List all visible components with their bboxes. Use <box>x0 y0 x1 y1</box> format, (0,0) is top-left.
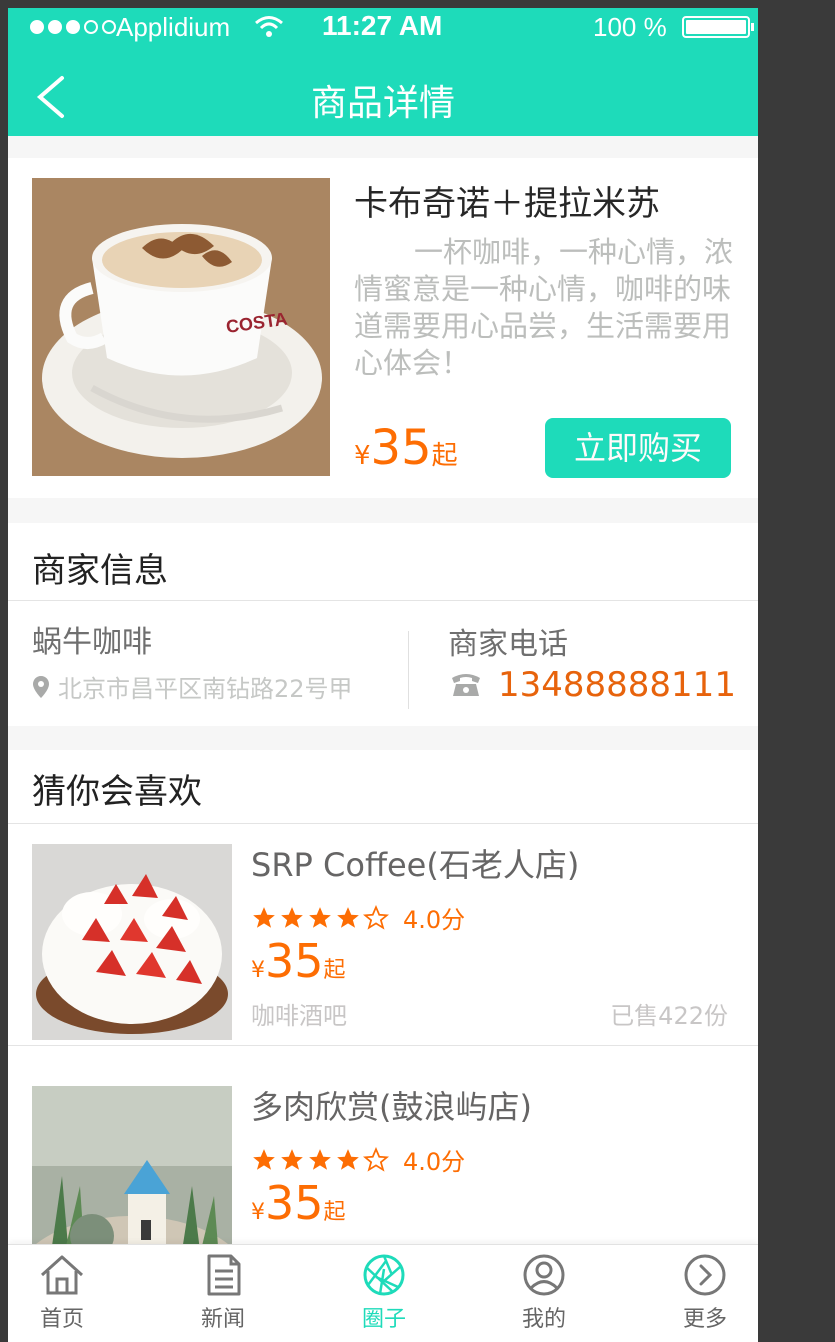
currency-symbol: ¥ <box>251 958 265 983</box>
tab-label: 我的 <box>521 1307 566 1332</box>
currency-symbol: ¥ <box>251 1200 265 1225</box>
news-icon <box>207 1254 241 1296</box>
star-filled-icon <box>253 1148 275 1170</box>
section-title-recommend: 猜你会喜欢 <box>32 772 202 812</box>
star-empty-icon <box>363 1146 389 1172</box>
tab-label: 圈子 <box>361 1307 406 1332</box>
list-item[interactable]: SRP Coffee(石老人店) 4.0分 ¥35起 咖啡酒吧 已售422份 <box>8 824 758 1046</box>
item-name: 多肉欣赏(鼓浪屿店) <box>251 1088 532 1126</box>
tab-label: 新闻 <box>200 1307 245 1332</box>
item-sold-count: 已售422份 <box>610 1002 728 1030</box>
signal-icon <box>30 20 116 34</box>
star-rating: 4.0分 <box>251 1142 465 1177</box>
currency-symbol: ¥ <box>354 441 371 471</box>
star-empty-icon <box>363 904 389 930</box>
merchant-address[interactable]: 北京市昌平区南钻路22号甲 <box>32 669 353 704</box>
star-filled-icon <box>281 906 303 928</box>
item-name: SRP Coffee(石老人店) <box>251 846 580 884</box>
star-filled-icon <box>337 1148 359 1170</box>
tab-label: 首页 <box>39 1307 84 1332</box>
phone-number[interactable]: 13488888111 <box>498 665 736 705</box>
price-value: 35 <box>265 1176 324 1230</box>
product-image: COSTA <box>32 178 330 476</box>
divider <box>8 1045 758 1046</box>
merchant-info: 商家信息 蜗牛咖啡 北京市昌平区南钻路22号甲 商家电话 13488888111 <box>8 523 758 726</box>
product-price: ¥35起 <box>354 420 458 476</box>
battery-icon <box>682 16 754 38</box>
section-title-merchant: 商家信息 <box>32 551 168 591</box>
telephone-icon <box>452 674 480 696</box>
tab-bar: 首页 新闻 圈子 我的 更多 <box>8 1244 758 1342</box>
product-card: COSTA 卡布奇诺＋提拉米苏 一杯咖啡，一种心情，浓情蜜意是一种心情，咖啡的味… <box>8 158 758 498</box>
tab-circle[interactable]: 圈子 <box>324 1253 444 1333</box>
wifi-icon <box>255 16 283 37</box>
item-category: 咖啡酒吧 <box>251 1002 347 1030</box>
price-unit: 起 <box>323 958 346 983</box>
carrier-name: Applidium <box>116 12 231 42</box>
item-image <box>32 844 232 1040</box>
tab-news[interactable]: 新闻 <box>163 1253 283 1333</box>
product-name: 卡布奇诺＋提拉米苏 <box>354 184 660 224</box>
page-title: 商品详情 <box>310 83 455 124</box>
tab-home[interactable]: 首页 <box>8 1253 122 1333</box>
star-filled-icon <box>281 1148 303 1170</box>
vertical-divider <box>408 631 409 709</box>
aperture-icon <box>363 1254 405 1296</box>
tab-mine[interactable]: 我的 <box>484 1253 604 1333</box>
phone-label: 商家电话 <box>448 627 568 662</box>
battery-percent: 100 % <box>593 12 667 42</box>
merchant-name[interactable]: 蜗牛咖啡 <box>32 617 152 661</box>
phone-row[interactable]: 13488888111 <box>450 665 736 705</box>
clock: 11:27 AM <box>322 10 443 41</box>
address-text: 北京市昌平区南钻路22号甲 <box>58 675 353 703</box>
tab-more[interactable]: 更多 <box>645 1253 758 1333</box>
more-icon <box>684 1254 726 1296</box>
star-filled-icon <box>309 906 331 928</box>
rating-score: 4.0分 <box>403 1148 466 1176</box>
user-icon <box>523 1254 565 1296</box>
top-bar: Applidium 11:27 AM 100 % 商品详情 <box>8 8 758 136</box>
buy-now-button[interactable]: 立即购买 <box>545 418 731 478</box>
product-description: 一杯咖啡，一种心情，浓情蜜意是一种心情，咖啡的味道需要用心品尝，生活需要用心体会… <box>354 235 734 380</box>
price-value: 35 <box>265 934 324 988</box>
star-filled-icon <box>337 906 359 928</box>
home-icon <box>40 1255 84 1295</box>
price-unit: 起 <box>323 1200 346 1225</box>
status-bar: Applidium 11:27 AM 100 % <box>8 8 758 48</box>
location-pin-icon <box>33 675 49 698</box>
star-rating: 4.0分 <box>251 900 465 935</box>
price-value: 35 <box>370 420 432 476</box>
star-filled-icon <box>253 906 275 928</box>
item-price: ¥35起 <box>251 934 346 988</box>
star-filled-icon <box>309 1148 331 1170</box>
phone-screen: Applidium 11:27 AM 100 % 商品详情 COSTA 卡布奇诺… <box>8 8 758 1342</box>
item-price: ¥35起 <box>251 1176 346 1230</box>
tab-label: 更多 <box>682 1307 727 1332</box>
price-unit: 起 <box>431 441 458 471</box>
divider <box>8 600 758 601</box>
rating-score: 4.0分 <box>403 906 466 934</box>
